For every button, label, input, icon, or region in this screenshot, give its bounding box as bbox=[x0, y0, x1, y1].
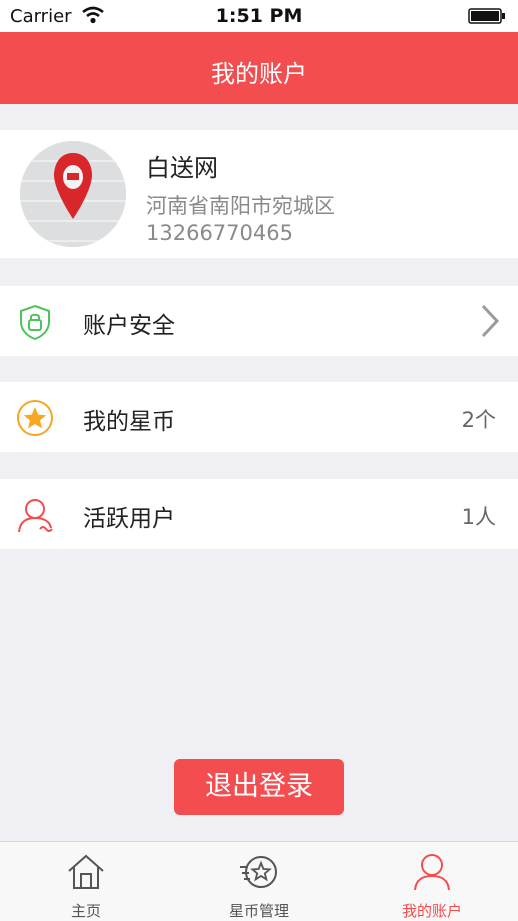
chevron-right-icon bbox=[481, 304, 500, 338]
home-icon bbox=[68, 854, 104, 889]
avatar[interactable] bbox=[20, 141, 126, 247]
star-icon bbox=[17, 400, 53, 436]
user-icon bbox=[414, 854, 450, 891]
active-users-count: 1人 bbox=[461, 505, 496, 529]
shield-lock-icon bbox=[20, 304, 50, 341]
profile-name: 白送网 bbox=[146, 154, 218, 182]
tab-coin-management[interactable]: 星币管理 bbox=[173, 842, 345, 921]
page-title: 我的账户 bbox=[211, 60, 307, 88]
nav-bar: 我的账户 bbox=[0, 32, 518, 104]
account-security-row[interactable]: 账户安全 bbox=[0, 286, 518, 356]
tab-my-account-label: 我的账户 bbox=[401, 902, 462, 920]
tab-coin-management-label: 星币管理 bbox=[228, 902, 289, 920]
profile-phone: 13266770465 bbox=[146, 221, 293, 245]
tab-home-label: 主页 bbox=[70, 902, 101, 920]
status-bar: Carrier 1:51 PM bbox=[0, 0, 518, 32]
status-time: 1:51 PM bbox=[215, 5, 303, 27]
tab-bar: 主页 星币管理 我的账户 bbox=[0, 841, 518, 921]
my-coins-row[interactable]: 我的星币 2个 bbox=[0, 382, 518, 452]
tab-home[interactable]: 主页 bbox=[0, 842, 172, 921]
star-manage-icon bbox=[240, 856, 277, 888]
profile-location: 河南省南阳市宛城区 bbox=[146, 194, 335, 218]
logout-button[interactable]: 退出登录 bbox=[174, 759, 344, 815]
battery-icon bbox=[468, 8, 505, 24]
profile-card[interactable]: 白送网 河南省南阳市宛城区 13266770465 bbox=[0, 130, 518, 258]
coin-count: 2个 bbox=[461, 408, 496, 432]
account-security-label: 账户安全 bbox=[83, 313, 175, 339]
active-users-row[interactable]: 活跃用户 1人 bbox=[0, 479, 518, 549]
my-coins-label: 我的星币 bbox=[83, 409, 175, 435]
active-users-label: 活跃用户 bbox=[83, 506, 175, 532]
user-icon bbox=[18, 499, 53, 533]
tab-my-account[interactable]: 我的账户 bbox=[346, 842, 518, 921]
avatar-image bbox=[20, 141, 126, 247]
